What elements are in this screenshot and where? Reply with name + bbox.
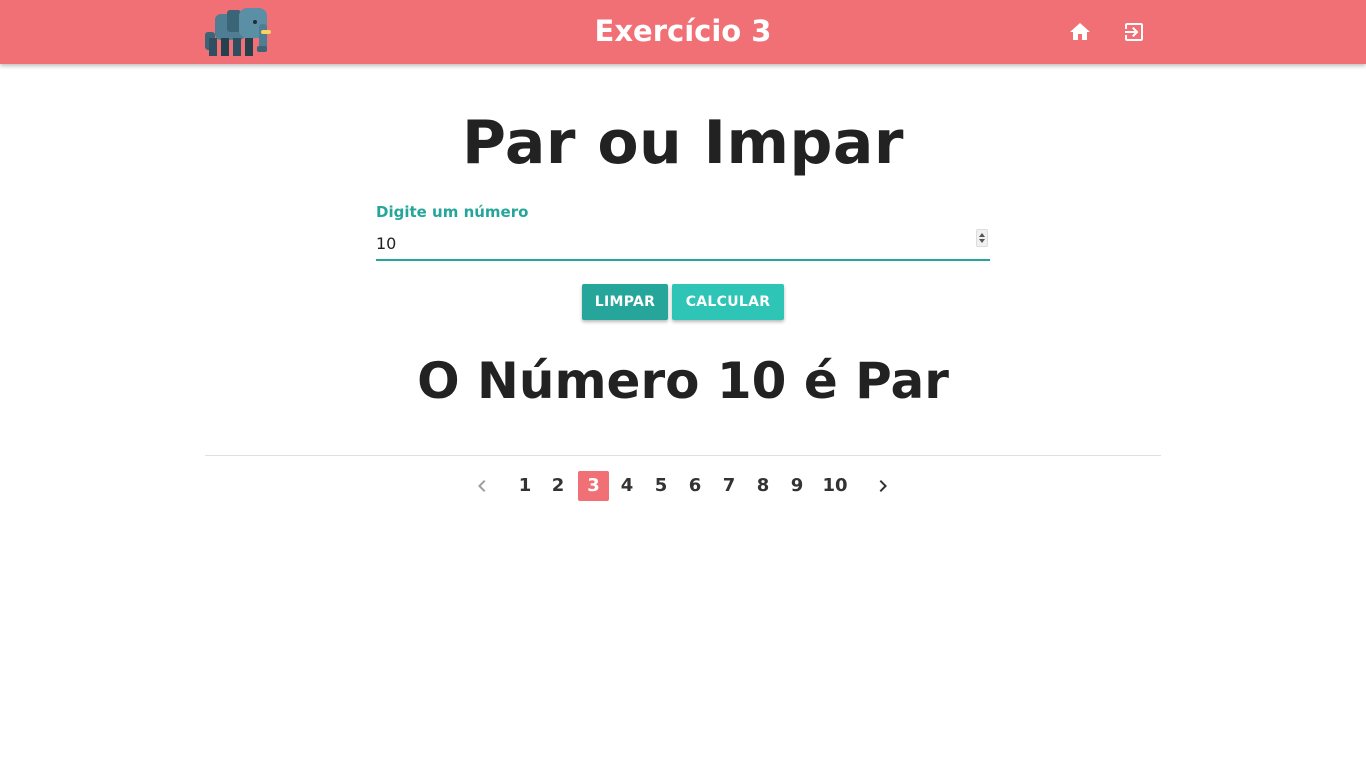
- elephant-icon[interactable]: [205, 8, 271, 58]
- home-icon[interactable]: [1068, 20, 1092, 44]
- page-link-6[interactable]: 6: [682, 471, 708, 501]
- page-link-9[interactable]: 9: [784, 471, 810, 501]
- page-link-1[interactable]: 1: [512, 471, 538, 501]
- page-link-10[interactable]: 10: [818, 471, 852, 501]
- page-title: Exercício 3: [594, 14, 772, 48]
- chevron-left-icon[interactable]: [470, 474, 494, 498]
- page-link-3-active[interactable]: 3: [578, 471, 609, 501]
- divider: [205, 455, 1161, 456]
- page-link-5[interactable]: 5: [648, 471, 674, 501]
- navbar-content: Exercício 3: [205, 0, 1161, 64]
- chevron-right-icon[interactable]: [871, 474, 895, 498]
- page-link-4[interactable]: 4: [614, 471, 640, 501]
- top-navbar: Exercício 3: [0, 0, 1366, 64]
- spinner-arrows-icon: [979, 233, 985, 243]
- page-link-8[interactable]: 8: [750, 471, 776, 501]
- page-link-7[interactable]: 7: [716, 471, 742, 501]
- calculate-button[interactable]: CALCULAR: [672, 284, 784, 320]
- result-text: O Número 10 é Par: [417, 352, 949, 410]
- pagination: 1 2 3 4 5 6 7 8 9 10: [0, 471, 1366, 501]
- number-spinner[interactable]: [976, 229, 988, 247]
- number-field: Digite um número: [376, 203, 990, 263]
- number-input[interactable]: [376, 227, 990, 261]
- exit-icon[interactable]: [1122, 20, 1146, 44]
- clear-button[interactable]: LIMPAR: [582, 284, 668, 320]
- main-heading: Par ou Impar: [461, 108, 905, 178]
- page-link-2[interactable]: 2: [545, 471, 571, 501]
- number-field-label: Digite um número: [376, 203, 529, 221]
